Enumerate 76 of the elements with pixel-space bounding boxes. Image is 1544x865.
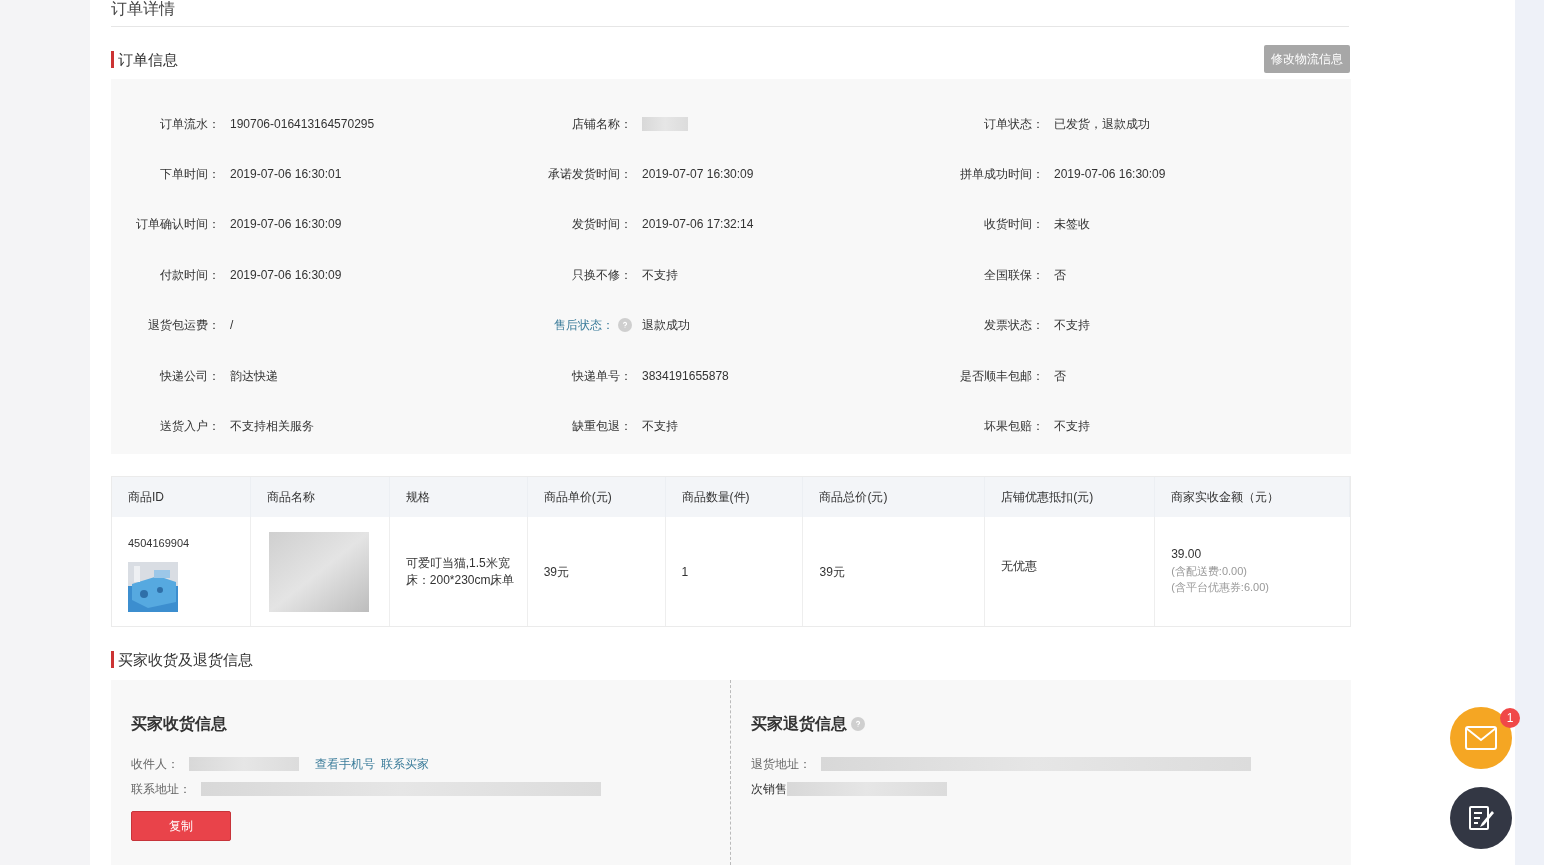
field-label: 联系地址：: [131, 781, 192, 798]
copy-button[interactable]: 复制: [131, 811, 231, 841]
field-label: 订单状态：: [984, 115, 1044, 133]
table-cell-text: 无优惠: [1001, 557, 1038, 575]
unread-badge: 1: [1500, 708, 1520, 728]
field-value: 2019-07-06 16:30:09: [230, 266, 342, 284]
panel-title: 买家收货信息: [131, 714, 228, 735]
column-header: 商品单价(元): [543, 489, 612, 506]
column-header: 规格: [405, 489, 430, 506]
field-value: 韵达快递: [230, 367, 278, 385]
field-label: 快递单号：: [572, 367, 632, 385]
field-value: 否: [1054, 266, 1066, 284]
column-header: 商品数量(件): [681, 489, 750, 506]
field-label: 退货包运费：: [148, 317, 220, 335]
field-value: 不支持: [642, 266, 678, 284]
field-value: 不支持相关服务: [230, 418, 314, 436]
panel-title: 买家退货信息: [751, 714, 847, 735]
buyer-link[interactable]: 查看手机号: [315, 755, 375, 773]
field-label: 坏果包赔：: [984, 418, 1044, 436]
redacted-block: [642, 116, 688, 131]
field-value: 不支持: [1054, 418, 1090, 436]
field-value: 不支持: [642, 418, 678, 436]
field-value: 3834191655878: [642, 367, 729, 385]
field-label: 送货入户：: [160, 418, 220, 436]
field-value: 已发货，退款成功: [1054, 115, 1150, 133]
field-value: 2019-07-06 16:30:09: [1054, 165, 1166, 183]
column-header: 店铺优惠抵扣(元): [1001, 489, 1094, 506]
return-note: 次销售: [751, 781, 787, 798]
amount-note: (含配送费:0.00): [1171, 563, 1248, 579]
field-value: 2019-07-06 17:32:14: [642, 216, 754, 234]
field-label: 退货地址：: [751, 756, 812, 773]
page-title: 订单详情: [111, 0, 175, 18]
field-label: 只换不修：: [572, 266, 632, 284]
table-cell-text: 可爱叮当猫,1.5米宽床：200*230cm床单: [405, 554, 516, 589]
field-label: 收货时间：: [984, 216, 1044, 234]
field-label: 付款时间：: [160, 266, 220, 284]
edit-icon: [1466, 803, 1496, 833]
field-label: 店铺名称：: [572, 115, 632, 133]
field-value: 不支持: [1054, 317, 1090, 335]
field-label: 承诺发货时间：: [548, 165, 632, 183]
section-title: 订单信息: [118, 50, 178, 68]
field-value: 2019-07-06 16:30:01: [230, 165, 342, 183]
field-value: 否: [1054, 367, 1066, 385]
field-value: 未签收: [1054, 216, 1090, 234]
amount-note: (含平台优惠券:6.00): [1171, 579, 1270, 595]
edit-logistics-button[interactable]: 修改物流信息: [1264, 45, 1350, 73]
mail-button[interactable]: [1450, 707, 1512, 769]
column-header: 商品名称: [266, 489, 315, 506]
column-header: 商品ID: [128, 489, 164, 506]
field-label: 订单确认时间：: [136, 216, 220, 234]
mail-icon: [1465, 726, 1497, 750]
field-label: 发货时间：: [572, 216, 632, 234]
field-value: 190706-016413164570295: [230, 115, 375, 133]
field-label: 全国联保：: [984, 266, 1044, 284]
field-label: 是否顺丰包邮：: [960, 367, 1044, 385]
column-header: 商品总价(元): [819, 489, 888, 506]
field-label: 拼单成功时间：: [960, 165, 1044, 183]
table-cell-text: 1: [681, 563, 689, 581]
field-label: 快递公司：: [160, 367, 220, 385]
buyer-link[interactable]: 联系买家: [381, 755, 429, 773]
column-header: 商家实收金额（元）: [1171, 489, 1280, 506]
field-label: 缺重包退：: [572, 418, 632, 436]
field-label: 收件人：: [131, 756, 180, 773]
table-cell-text: 4504169904: [128, 536, 191, 551]
field-label: 发票状态：: [984, 317, 1044, 335]
field-value: 2019-07-06 16:30:09: [230, 216, 342, 234]
table-cell-text: 39.00: [1171, 545, 1203, 563]
field-label: 下单时间：: [160, 165, 220, 183]
table-cell-text: 39元: [819, 563, 845, 581]
field-label: 售后状态：: [554, 317, 614, 335]
field-value: /: [230, 317, 234, 335]
field-value: 退款成功: [642, 317, 690, 335]
section-title: 买家收货及退货信息: [118, 651, 253, 668]
field-label: 订单流水：: [160, 115, 220, 133]
field-value: 2019-07-07 16:30:09: [642, 165, 754, 183]
table-cell-text: 39元: [543, 563, 570, 581]
